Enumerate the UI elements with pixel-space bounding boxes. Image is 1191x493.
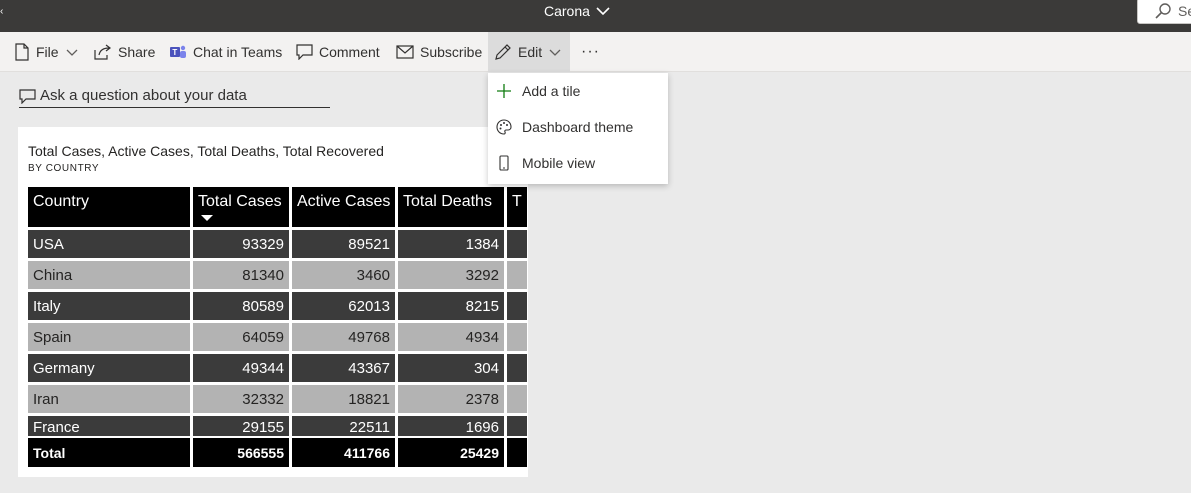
chat-in-teams-button[interactable]: T Chat in Teams <box>169 32 282 72</box>
table-row-value-cell: 1384 <box>398 230 504 258</box>
menu-item-add-a-tile[interactable]: Add a tile <box>488 73 668 109</box>
table-row-country-cell: Spain <box>28 323 190 351</box>
menu-item-dashboard-theme[interactable]: Dashboard theme <box>488 109 668 145</box>
table-row-value-cell: 64059 <box>193 323 289 351</box>
chat-in-teams-label: Chat in Teams <box>193 44 283 60</box>
table-row-country-cell: USA <box>28 230 190 258</box>
table-row-value-cell: 43367 <box>292 354 395 382</box>
column-header-country[interactable]: Country <box>28 187 190 227</box>
edit-dropdown-menu: Add a tile Dashboard theme Mobile view <box>488 73 668 184</box>
phone-icon <box>499 155 509 171</box>
table-row-country-cell: France <box>28 416 190 436</box>
table-row-value-cell: 22511 <box>292 416 395 436</box>
share-button[interactable]: Share <box>94 32 155 72</box>
table-row-value-cell <box>507 323 527 351</box>
file-label: File <box>36 44 59 60</box>
total-row-label: Total <box>28 438 190 467</box>
qa-input[interactable]: Ask a question about your data <box>19 84 330 108</box>
table-row-value-cell: 89521 <box>292 230 395 258</box>
sort-descending-icon <box>201 215 213 221</box>
command-bar: File Share T Chat in Teams Comment Subsc… <box>0 32 1191 72</box>
report-title: Carona <box>544 3 590 19</box>
table-row-value-cell: 3460 <box>292 261 395 289</box>
table-row-value-cell: 304 <box>398 354 504 382</box>
table-row-value-cell <box>507 261 527 289</box>
table-row-value-cell: 32332 <box>193 385 289 413</box>
menu-item-label: Dashboard theme <box>522 119 634 135</box>
more-options-label: ··· <box>581 43 600 60</box>
subscribe-button[interactable]: Subscribe <box>396 32 482 72</box>
comment-button[interactable]: Comment <box>296 32 380 72</box>
search-placeholder: Se <box>1178 3 1191 19</box>
column-header-total-cases[interactable]: Total Cases <box>193 187 289 227</box>
table-row-country-cell: Germany <box>28 354 190 382</box>
table-row-value-cell: 3292 <box>398 261 504 289</box>
share-icon <box>94 44 111 60</box>
table-row-value-cell: 2378 <box>398 385 504 413</box>
chevron-down-icon <box>596 7 610 16</box>
search-icon <box>1155 3 1171 19</box>
tile-title: Total Cases, Active Cases, Total Deaths,… <box>28 143 384 159</box>
table-row-value-cell: 8215 <box>398 292 504 320</box>
comment-icon <box>296 44 313 60</box>
menu-item-label: Add a tile <box>522 83 581 99</box>
table-row-value-cell: 29155 <box>193 416 289 436</box>
title-bar: ‹ Carona Se <box>0 0 1191 32</box>
teams-icon: T <box>170 45 186 58</box>
edit-label: Edit <box>518 44 543 60</box>
table-row-country-cell: Italy <box>28 292 190 320</box>
table-row-value-cell: 1696 <box>398 416 504 436</box>
table-row-value-cell: 93329 <box>193 230 289 258</box>
plus-icon <box>497 84 511 98</box>
total-row-value-cell: 566555 <box>193 438 289 467</box>
total-row-value-cell: 25429 <box>398 438 504 467</box>
table-row-value-cell: 80589 <box>193 292 289 320</box>
title-bar-edge-mark: ‹ <box>0 6 4 17</box>
column-header-total-deaths[interactable]: Total Deaths <box>398 187 504 227</box>
comment-label: Comment <box>319 44 380 60</box>
table-row-value-cell <box>507 385 527 413</box>
mail-icon <box>396 45 414 59</box>
table-row-value-cell <box>507 292 527 320</box>
share-label: Share <box>118 44 156 60</box>
pencil-icon <box>495 44 511 60</box>
table-row-country-cell: Iran <box>28 385 190 413</box>
table-row-value-cell: 62013 <box>292 292 395 320</box>
chevron-down-icon <box>549 49 561 56</box>
menu-item-label: Mobile view <box>522 155 596 171</box>
table-row-country-cell: China <box>28 261 190 289</box>
svg-text:T: T <box>172 48 177 57</box>
palette-icon <box>496 119 512 135</box>
qa-placeholder: Ask a question about your data <box>40 87 247 104</box>
table-row-value-cell: 49768 <box>292 323 395 351</box>
column-header-active-cases[interactable]: Active Cases <box>292 187 395 227</box>
table-row-value-cell <box>507 354 527 382</box>
table-row-value-cell <box>507 230 527 258</box>
table-row-value-cell <box>507 416 527 436</box>
chevron-down-icon <box>66 49 78 56</box>
report-title-button[interactable]: Carona <box>544 0 610 22</box>
search-input[interactable]: Se <box>1137 0 1191 24</box>
table-row-value-cell: 49344 <box>193 354 289 382</box>
tile-subtitle: BY COUNTRY <box>28 163 100 174</box>
qa-comment-icon <box>19 88 36 104</box>
total-row-value-cell <box>507 438 527 467</box>
table-row-value-cell: 18821 <box>292 385 395 413</box>
edit-menu-button[interactable]: Edit <box>488 32 571 72</box>
table-row-value-cell: 81340 <box>193 261 289 289</box>
subscribe-label: Subscribe <box>420 44 483 60</box>
total-row-value-cell: 411766 <box>292 438 395 467</box>
file-menu-button[interactable]: File <box>14 32 79 72</box>
column-header-total-recovered[interactable]: T <box>507 187 527 227</box>
more-options-button[interactable]: ··· <box>581 32 600 72</box>
menu-item-mobile-view[interactable]: Mobile view <box>488 145 668 181</box>
dashboard-tile[interactable]: Total Cases, Active Cases, Total Deaths,… <box>18 127 528 477</box>
file-icon <box>15 43 29 61</box>
table-row-value-cell: 4934 <box>398 323 504 351</box>
